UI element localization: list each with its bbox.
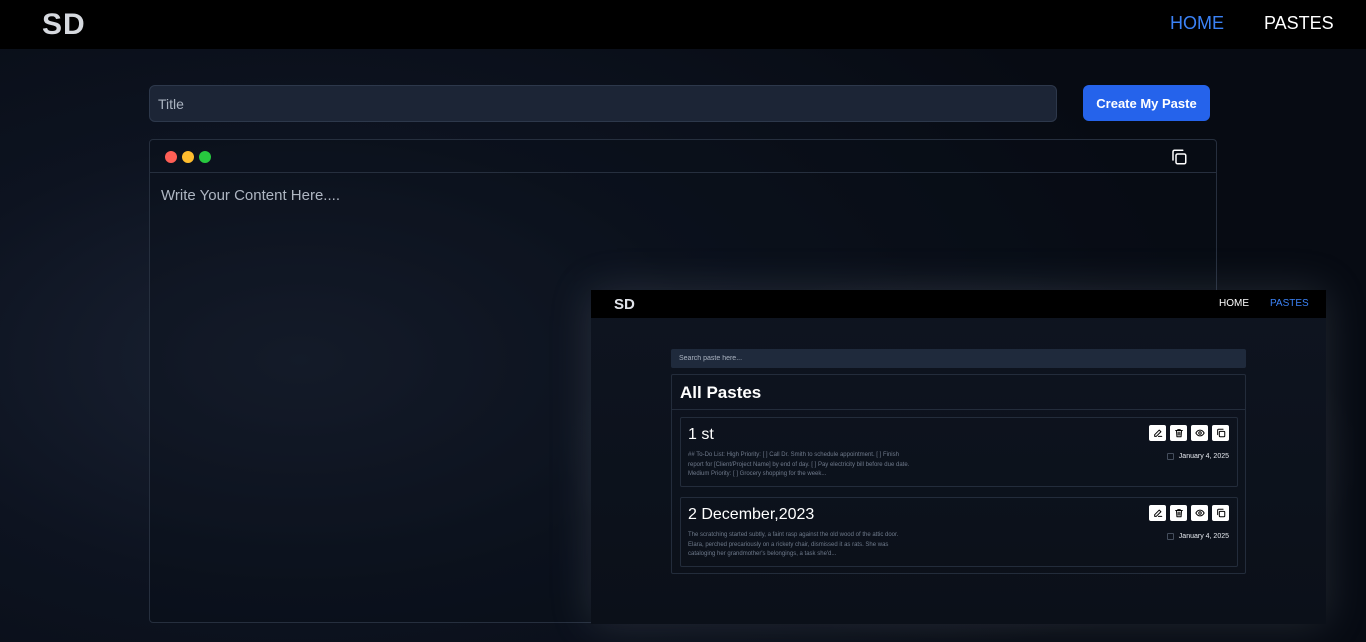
preview-paste-card: 2 December,2023 The scratching started s… — [680, 497, 1238, 567]
preview-navbar: SD HOME PASTES — [591, 290, 1326, 318]
preview-paste-title: 2 December,2023 — [688, 506, 815, 523]
trash-icon — [1170, 425, 1187, 441]
preview-pastes-panel: All Pastes 1 st ## To-Do List: High Prio… — [671, 374, 1246, 574]
preview-paste-date-text: January 4, 2025 — [1178, 533, 1229, 540]
logo[interactable]: SD — [42, 8, 86, 42]
preview-paste-actions — [1149, 425, 1229, 441]
red-dot-icon — [165, 151, 177, 163]
preview-paste-title: 1 st — [688, 426, 714, 443]
content-textarea[interactable]: Write Your Content Here.... — [161, 187, 340, 204]
calendar-icon — [1166, 453, 1174, 460]
nav-home-link[interactable]: HOME — [1170, 13, 1224, 34]
create-paste-button[interactable]: Create My Paste — [1083, 85, 1210, 121]
preview-logo: SD — [614, 296, 635, 313]
preview-paste-body: ## To-Do List: High Priority: [ ] Call D… — [688, 452, 910, 477]
edit-icon — [1149, 425, 1166, 441]
pastes-page-preview: SD HOME PASTES All Pastes 1 st ## To-Do … — [591, 290, 1326, 624]
copy-icon — [1212, 505, 1229, 521]
preview-paste-actions — [1149, 505, 1229, 521]
preview-paste-date-text: January 4, 2025 — [1178, 453, 1229, 460]
yellow-dot-icon — [182, 151, 194, 163]
copy-icon[interactable] — [1170, 148, 1188, 166]
eye-icon — [1191, 425, 1208, 441]
preview-nav-home: HOME — [1219, 298, 1249, 309]
edit-icon — [1149, 505, 1166, 521]
calendar-icon — [1166, 533, 1174, 540]
editor-header — [150, 140, 1216, 173]
preview-paste-date: January 4, 2025 — [1166, 533, 1229, 540]
trash-icon — [1170, 505, 1187, 521]
preview-divider — [672, 409, 1245, 410]
preview-search-input — [671, 349, 1246, 368]
preview-paste-card: 1 st ## To-Do List: High Priority: [ ] C… — [680, 417, 1238, 487]
nav-pastes-link[interactable]: PASTES — [1264, 13, 1334, 34]
preview-nav-pastes: PASTES — [1270, 298, 1309, 309]
top-navbar: SD HOME PASTES — [0, 0, 1366, 49]
green-dot-icon — [199, 151, 211, 163]
title-input[interactable] — [149, 85, 1057, 122]
copy-icon — [1212, 425, 1229, 441]
preview-paste-body: The scratching started subtly, a faint r… — [688, 532, 899, 557]
preview-panel-title: All Pastes — [680, 383, 762, 402]
preview-paste-date: January 4, 2025 — [1166, 453, 1229, 460]
eye-icon — [1191, 505, 1208, 521]
